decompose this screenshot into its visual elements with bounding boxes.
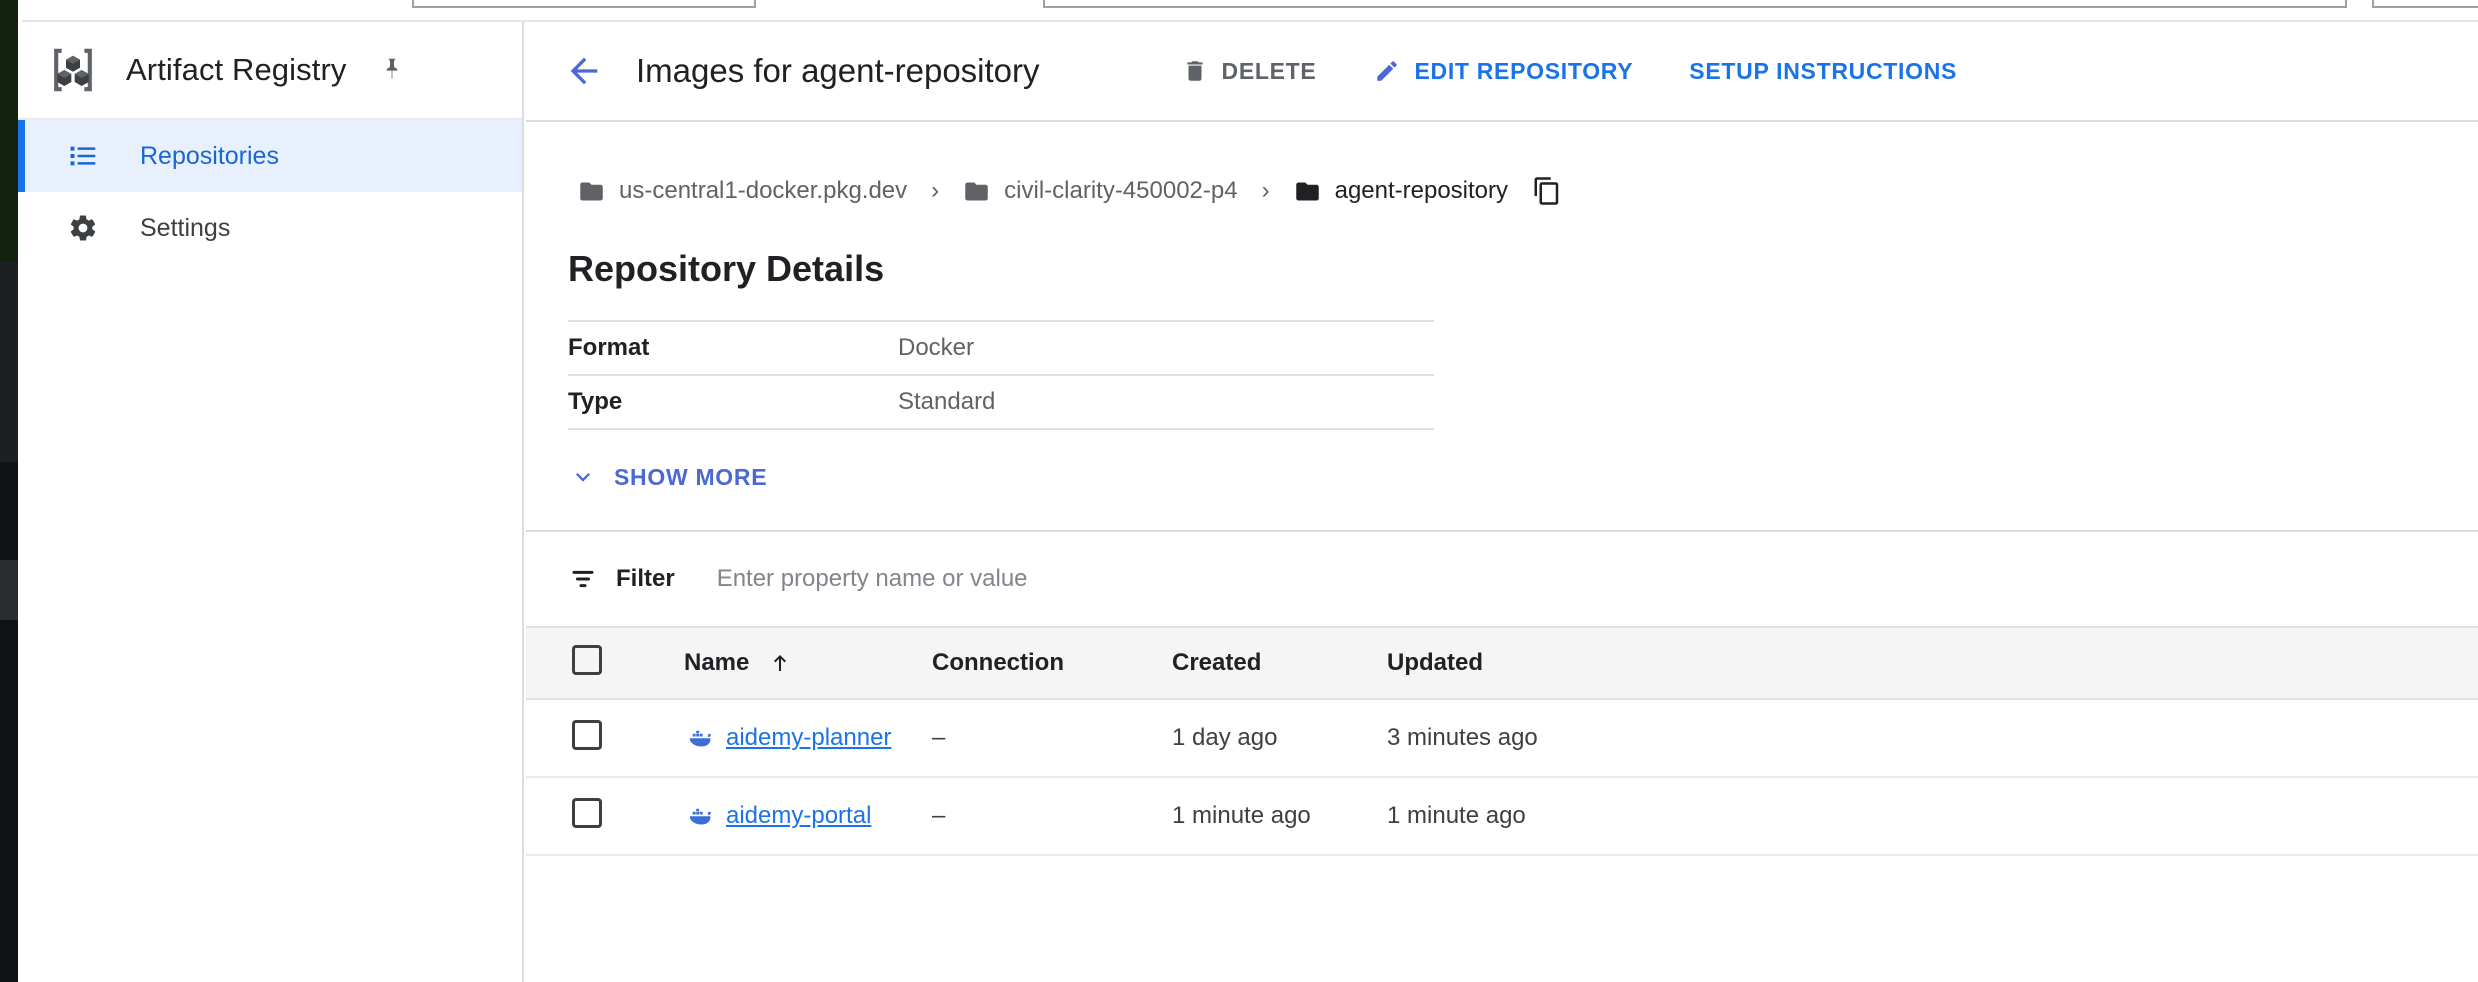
row-name-cell: aidemy-planner xyxy=(684,699,932,777)
copy-icon[interactable] xyxy=(1530,174,1564,208)
breadcrumb-item-registry[interactable]: us-central1-docker.pkg.dev xyxy=(578,177,907,205)
sidebar-item-label: Settings xyxy=(140,214,230,243)
column-header-name[interactable]: Name xyxy=(684,627,932,699)
main-content: Images for agent-repository DELETE EDIT … xyxy=(526,22,2478,982)
table-row[interactable]: aidemy-planner – 1 day ago 3 minutes ago xyxy=(526,699,2478,777)
setup-instructions-button-label: SETUP INSTRUCTIONS xyxy=(1689,58,1957,85)
trash-icon xyxy=(1180,56,1210,86)
row-updated-cell: 1 minute ago xyxy=(1387,777,2478,855)
row-checkbox[interactable] xyxy=(572,798,602,828)
column-header-updated[interactable]: Updated xyxy=(1387,627,2478,699)
row-checkbox-cell[interactable] xyxy=(526,777,684,855)
delete-button[interactable]: DELETE xyxy=(1180,56,1317,86)
delete-button-label: DELETE xyxy=(1222,58,1317,85)
artifact-registry-cubes-icon xyxy=(44,41,102,99)
row-name-cell: aidemy-portal xyxy=(684,777,932,855)
filter-label: Filter xyxy=(616,565,675,593)
row-created-cell: 1 day ago xyxy=(1172,699,1387,777)
row-connection-cell: – xyxy=(932,699,1172,777)
detail-row: Format Docker xyxy=(568,320,1434,374)
os-left-edge-strip xyxy=(0,0,18,982)
column-header-connection-label: Connection xyxy=(932,649,1064,676)
folder-icon xyxy=(578,178,605,205)
breadcrumb-item-repository[interactable]: agent-repository xyxy=(1294,177,1508,205)
list-icon xyxy=(66,139,100,173)
chevron-down-icon xyxy=(568,462,598,492)
select-all-checkbox-cell[interactable] xyxy=(526,627,684,699)
column-header-updated-label: Updated xyxy=(1387,649,1483,676)
edit-repository-button[interactable]: EDIT REPOSITORY xyxy=(1372,56,1633,86)
repository-details-table: Format Docker Type Standard xyxy=(568,320,1434,430)
repository-details-section: Repository Details Format Docker Type St… xyxy=(526,248,2478,492)
show-more-button[interactable]: SHOW MORE xyxy=(568,462,767,492)
image-link[interactable]: aidemy-portal xyxy=(726,802,871,830)
filter-icon[interactable] xyxy=(568,564,598,594)
row-updated-cell: 3 minutes ago xyxy=(1387,699,2478,777)
browser-toolbar-region[interactable] xyxy=(2372,0,2478,8)
row-created-cell: 1 minute ago xyxy=(1172,777,1387,855)
browser-address-bar[interactable] xyxy=(1043,0,2347,8)
breadcrumb-separator: › xyxy=(931,179,939,203)
arrow-up-icon xyxy=(767,650,793,676)
product-title: Artifact Registry xyxy=(126,52,346,88)
breadcrumb-label: us-central1-docker.pkg.dev xyxy=(619,177,907,205)
sidebar: Artifact Registry Repositories Set xyxy=(18,22,524,982)
select-all-checkbox[interactable] xyxy=(572,645,602,675)
page-action-bar: Images for agent-repository DELETE EDIT … xyxy=(526,22,2478,120)
filter-bar: Filter xyxy=(526,532,2478,626)
detail-value: Docker xyxy=(898,334,974,362)
show-more-label: SHOW MORE xyxy=(614,464,767,491)
detail-row: Type Standard xyxy=(568,374,1434,430)
table-header-row: Name Connection Created Updated xyxy=(526,627,2478,699)
images-table: Name Connection Created Updated xyxy=(526,626,2478,856)
column-header-created-label: Created xyxy=(1172,649,1261,676)
pin-icon[interactable] xyxy=(372,50,412,90)
detail-key: Format xyxy=(568,334,898,362)
docker-icon xyxy=(684,722,716,754)
breadcrumb-separator: › xyxy=(1262,179,1270,203)
column-header-name-label: Name xyxy=(684,649,749,677)
image-link[interactable]: aidemy-planner xyxy=(726,724,891,752)
edit-repository-button-label: EDIT REPOSITORY xyxy=(1414,58,1633,85)
sidebar-item-settings[interactable]: Settings xyxy=(18,192,522,264)
setup-instructions-button[interactable]: SETUP INSTRUCTIONS xyxy=(1689,58,1957,85)
breadcrumb-item-project[interactable]: civil-clarity-450002-p4 xyxy=(963,177,1237,205)
breadcrumb-label: agent-repository xyxy=(1335,177,1508,205)
sidebar-item-repositories[interactable]: Repositories xyxy=(18,120,522,192)
detail-value: Standard xyxy=(898,388,995,416)
table-row[interactable]: aidemy-portal – 1 minute ago 1 minute ag… xyxy=(526,777,2478,855)
product-header: Artifact Registry xyxy=(18,22,522,120)
folder-icon xyxy=(963,178,990,205)
pencil-icon xyxy=(1372,56,1402,86)
row-checkbox[interactable] xyxy=(572,720,602,750)
detail-key: Type xyxy=(568,388,898,416)
row-connection-cell: – xyxy=(932,777,1172,855)
docker-icon xyxy=(684,800,716,832)
page-title: Images for agent-repository xyxy=(636,52,1040,90)
column-header-connection[interactable]: Connection xyxy=(932,627,1172,699)
browser-tab[interactable] xyxy=(412,0,756,8)
breadcrumb: us-central1-docker.pkg.dev › civil-clari… xyxy=(526,122,2478,214)
gear-icon xyxy=(66,211,100,245)
repository-details-heading: Repository Details xyxy=(568,248,2478,290)
folder-icon xyxy=(1294,178,1321,205)
sidebar-item-label: Repositories xyxy=(140,142,279,171)
arrow-left-icon[interactable] xyxy=(560,47,608,95)
breadcrumb-label: civil-clarity-450002-p4 xyxy=(1004,177,1237,205)
browser-chrome-strip xyxy=(0,0,2478,22)
row-checkbox-cell[interactable] xyxy=(526,699,684,777)
column-header-created[interactable]: Created xyxy=(1172,627,1387,699)
filter-input[interactable] xyxy=(715,564,1519,594)
